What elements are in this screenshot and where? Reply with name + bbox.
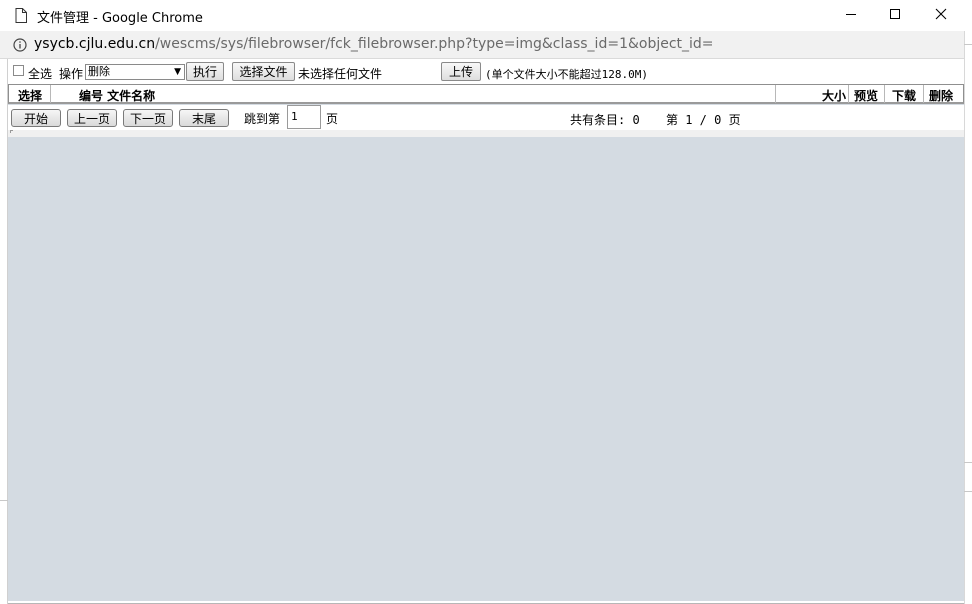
minimize-icon [845, 8, 857, 23]
column-separator [923, 85, 924, 103]
background-page-right-edge [964, 31, 972, 604]
info-icon[interactable] [13, 38, 27, 52]
minimize-button[interactable] [828, 0, 874, 31]
file-list-empty-row [8, 130, 964, 137]
column-download: 下载 [892, 89, 917, 103]
background-page-divider [0, 500, 8, 501]
maximize-button[interactable] [872, 0, 918, 31]
column-preview: 预览 [854, 89, 879, 103]
dropdown-arrow-icon: ▼ [174, 67, 181, 77]
close-icon [935, 8, 947, 23]
page-status: 第 1 / 0 页 [666, 113, 741, 127]
window-title: 文件管理 - Google Chrome [37, 11, 203, 26]
next-page-button[interactable]: 下一页 [123, 109, 173, 127]
file-toolbar: 全选 操作 删除 ▼ 执行 选择文件 未选择任何文件 上传 (单个文件大小不能超… [8, 59, 964, 84]
url-path: /wescms/sys/filebrowser/fck_filebrowser.… [155, 36, 714, 52]
pagination-bar: 开始 上一页 下一页 末尾 跳到第 1 页 共有条目: 0 第 1 / 0 页 [8, 105, 964, 130]
size-limit-note: (单个文件大小不能超过128.0M) [485, 68, 648, 81]
page-number-input[interactable]: 1 [287, 105, 321, 129]
title-bar: 文件管理 - Google Chrome [0, 0, 972, 31]
column-separator [848, 85, 849, 103]
select-all-checkbox[interactable] [13, 65, 24, 76]
operation-label: 操作 [59, 67, 84, 81]
page-icon [15, 8, 27, 23]
close-button[interactable] [918, 0, 964, 31]
url-host: ysycb.cjlu.edu.cn [34, 36, 156, 52]
file-manager-content: 全选 操作 删除 ▼ 执行 选择文件 未选择任何文件 上传 (单个文件大小不能超… [8, 59, 964, 601]
column-select: 选择 [18, 89, 43, 103]
column-delete: 删除 [929, 89, 954, 103]
background-page-divider [964, 462, 972, 492]
background-page-left-edge [0, 59, 8, 604]
column-separator [775, 85, 776, 103]
jump-to-label: 跳到第 [244, 112, 281, 126]
operation-select[interactable]: 删除 ▼ [85, 64, 185, 80]
upload-button[interactable]: 上传 [441, 62, 481, 81]
first-page-button[interactable]: 开始 [11, 109, 61, 127]
address-bar[interactable]: ysycb.cjlu.edu.cn/wescms/sys/filebrowser… [0, 31, 964, 59]
operation-selected-value: 删除 [88, 65, 110, 78]
last-page-button[interactable]: 末尾 [179, 109, 229, 127]
file-table-header: 选择 编号 文件名称 大小 预览 下载 删除 [8, 84, 964, 104]
column-number-name: 编号 文件名称 [79, 89, 156, 103]
url-text[interactable]: ysycb.cjlu.edu.cn/wescms/sys/filebrowser… [34, 36, 714, 52]
no-file-chosen-label: 未选择任何文件 [298, 67, 383, 81]
column-separator [50, 85, 51, 103]
column-separator [884, 85, 885, 103]
total-items-count: 共有条目: 0 [570, 113, 640, 127]
execute-button[interactable]: 执行 [186, 62, 224, 81]
choose-file-button[interactable]: 选择文件 [232, 62, 295, 81]
resize-corner [10, 130, 13, 133]
column-size: 大小 [822, 89, 847, 103]
background-page-divider [964, 44, 972, 45]
previous-page-button[interactable]: 上一页 [67, 109, 117, 127]
page-unit-label: 页 [326, 112, 339, 126]
select-all-label: 全选 [28, 67, 53, 81]
maximize-icon [889, 8, 901, 23]
